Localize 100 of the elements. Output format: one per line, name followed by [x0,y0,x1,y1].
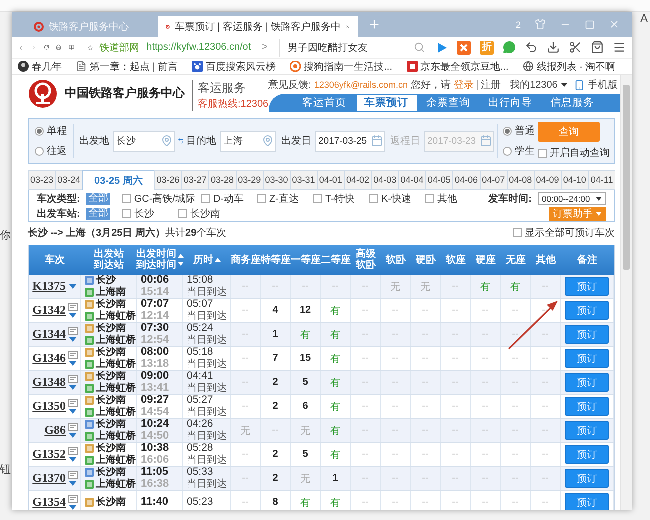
scrollbar-thumb[interactable] [623,85,630,270]
info-card-icon[interactable] [68,447,78,455]
cross-app-icon[interactable] [457,40,471,54]
date-tab[interactable]: 04-10 [560,170,588,190]
checkbox[interactable] [369,194,378,203]
date-tab[interactable]: 04-03 [371,170,398,190]
url-text[interactable]: https://kyfw.12306.cn/ot [146,42,252,53]
train-number-link[interactable]: G1344 [32,327,66,342]
date-tab[interactable]: 03-28 [208,170,236,190]
bookmark-link[interactable]: 搜狗指南一生活技... [290,60,392,74]
checkbox[interactable] [122,209,132,218]
radio-button[interactable] [503,126,512,136]
mobile-link[interactable]: 手机版 [588,78,618,92]
train-number-link[interactable]: G1350 [32,399,66,414]
close-icon[interactable] [609,19,620,30]
download-icon[interactable] [547,41,560,54]
new-tab-icon[interactable] [368,18,381,31]
bookmark-link[interactable]: 京东最全领京豆地... [406,60,509,74]
date-tab[interactable]: 04-06 [452,170,480,190]
date-tab[interactable]: 03-31 [290,170,317,190]
train-number-link[interactable]: G1370 [32,471,66,486]
info-card-icon[interactable] [68,423,78,431]
checkbox[interactable] [513,228,522,237]
sort-up-icon[interactable] [214,258,220,262]
date-tab[interactable]: 04-11 [588,170,616,190]
search-field[interactable]: 男子因吃醋打女友 [279,38,429,56]
browser-tab[interactable]: 车票预订 | 客运服务 | 铁路客户服务中 [158,16,358,37]
nav-item[interactable]: 车票预订 [356,95,417,111]
sort-down-icon[interactable] [178,262,184,266]
menu-icon[interactable] [613,41,626,54]
info-card-icon[interactable] [68,399,78,407]
column-header: 无座 [506,254,526,266]
date-tab[interactable]: 04-04 [398,170,426,190]
url-more[interactable]: > [262,42,268,53]
radio-button[interactable] [35,126,44,136]
from-station-field[interactable]: 长沙 [112,130,174,152]
date-tab[interactable]: 04-02 [344,170,372,190]
sort-up-icon[interactable] [178,254,184,258]
search-icon[interactable] [414,42,425,53]
undo-icon[interactable] [525,41,538,54]
bookmark-link[interactable]: 线报列表 - 淘不啊 [522,60,616,74]
caret-icon[interactable] [560,83,568,87]
time-select[interactable]: 00:00--24:00 [538,192,606,205]
date-tab[interactable]: 04-08 [506,170,534,190]
train-number-link[interactable]: G1352 [32,447,66,462]
date-tab[interactable]: 03-27 [181,170,208,190]
date-tab[interactable]: 04-05 [425,170,452,190]
shirt-icon[interactable] [535,19,546,30]
seat-cell: -- [351,419,381,442]
seat-cell: -- [231,275,261,298]
date-tab[interactable]: 03-24 [55,170,82,190]
date-tab[interactable]: 04-09 [534,170,561,190]
info-card-icon[interactable] [68,351,78,359]
train-number-link[interactable]: G86 [44,423,66,438]
train-number-link[interactable]: G1354 [32,495,66,510]
checkbox[interactable] [122,194,132,203]
checkbox[interactable] [257,194,266,203]
duration-text: 05:27 [187,395,214,406]
to-station-field[interactable]: 上海 [220,130,276,152]
nav-item[interactable]: 出行向导 [480,95,541,111]
nav-item[interactable]: 客运首页 [294,95,355,111]
info-card-icon[interactable] [68,471,78,479]
chat-icon[interactable] [503,41,516,54]
bookmark-link[interactable]: 百度搜索风云榜 [192,60,276,74]
phone-icon[interactable] [574,80,585,90]
checkbox[interactable] [178,209,188,218]
search-input[interactable]: 男子因吃醋打女友 [288,42,414,53]
train-number-link[interactable]: G1348 [32,375,66,390]
train-number-link[interactable]: G1346 [32,351,66,366]
register-link[interactable]: 注册 [481,78,502,92]
checkbox[interactable] [201,194,210,203]
train-number-link[interactable]: G1342 [32,303,66,318]
departure-time: 07:30 [141,323,170,334]
radio-button[interactable] [35,146,44,156]
nav-item[interactable]: 余票查询 [418,95,479,111]
info-card-icon[interactable] [68,303,78,311]
date-tab[interactable]: 03-25 周六 [82,170,154,191]
checkbox[interactable] [313,194,322,203]
checkbox[interactable] [538,148,547,158]
scissors-icon[interactable] [569,41,582,54]
info-card-icon[interactable] [68,375,78,383]
date-tab[interactable]: 03-26 [154,170,182,190]
date-tab[interactable]: 03-29 [236,170,263,190]
train-number-link[interactable]: K1375 [32,279,66,294]
bag-icon[interactable] [591,41,604,54]
date-tab[interactable]: 03-23 [28,170,56,190]
date-tab[interactable]: 04-01 [316,170,344,190]
date-tab[interactable]: 04-07 [480,170,507,190]
info-card-icon[interactable] [68,495,78,503]
maximize-icon[interactable] [585,20,595,30]
date-tab[interactable]: 03-30 [262,170,290,190]
nav-item[interactable]: 信息服务 [542,95,603,111]
bookmark-link[interactable]: 第一章：起点 | 前言 [76,60,178,74]
checkbox[interactable] [425,194,434,203]
account-link[interactable]: 我的12306 [510,78,558,92]
radio-button[interactable] [503,146,512,156]
info-card-icon[interactable] [68,327,78,335]
play-icon[interactable] [436,42,448,54]
date-field[interactable]: 2017-03-25 [314,130,384,152]
bookmark-link[interactable]: 春几年 [18,60,62,74]
